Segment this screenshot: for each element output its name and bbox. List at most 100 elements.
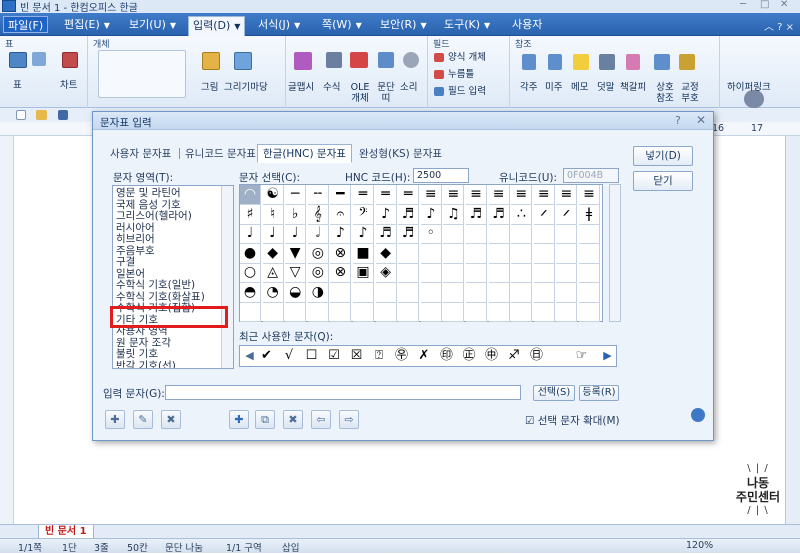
comment-button[interactable]: 덧말 (597, 82, 614, 93)
char-cell[interactable]: 𝄍 (556, 204, 578, 225)
char-cell[interactable] (488, 282, 510, 303)
char-cell[interactable]: ◔ (262, 282, 284, 303)
char-area-list[interactable]: 영문 및 라틴어 국제 음성 기호 그리스어(헬라어) 러시아어 히브리어 주음부호 구결 일… (112, 185, 234, 369)
char-cell[interactable] (443, 263, 465, 283)
char-cell[interactable] (375, 282, 397, 303)
comment-icon[interactable] (599, 54, 615, 70)
register-button[interactable]: 등록(R) (579, 385, 619, 401)
char-cell[interactable] (240, 302, 261, 322)
char-cell[interactable]: ♯ (240, 204, 261, 225)
char-cell[interactable]: ♬ (375, 224, 397, 244)
glyph-button[interactable]: 글맵시 (288, 82, 314, 93)
char-cell[interactable] (579, 282, 600, 303)
char-cell[interactable] (488, 302, 510, 322)
char-cell[interactable]: ◬ (262, 263, 284, 283)
list-item[interactable]: 국제 음성 기호 (116, 199, 181, 211)
char-cell[interactable]: ≡ (579, 185, 600, 205)
char-cell[interactable]: ▽ (285, 263, 307, 283)
para-border-icon[interactable] (378, 52, 394, 68)
char-cell[interactable]: ♩ (240, 224, 261, 244)
char-cell[interactable] (556, 263, 578, 283)
list-item[interactable]: 일본어 (116, 268, 145, 280)
char-cell[interactable] (511, 243, 533, 264)
char-grid-scrollbar[interactable] (609, 184, 621, 322)
glyph-icon[interactable] (294, 52, 312, 70)
char-cell[interactable] (579, 302, 600, 322)
char-cell[interactable] (488, 243, 510, 264)
new-document-icon[interactable] (16, 110, 26, 120)
input-chars-field[interactable] (165, 385, 521, 400)
char-cell[interactable] (443, 243, 465, 264)
hyperlink-button[interactable]: 하이퍼링크 (727, 82, 771, 93)
recent-char[interactable]: ⍰ (370, 347, 389, 365)
list-item[interactable]: 원 문자 조각 (116, 337, 171, 349)
char-cell[interactable]: ◆ (262, 243, 284, 264)
bookmark-icon[interactable] (626, 54, 640, 70)
char-grid[interactable]: ◠ ☯ ─ ╌ ━ ═ ═ ═ ≡ ≡ ≡ ≡ ≡ ≡ ≡ ≡ ♯ ♮ ♭ 𝄞 𝄐 𝄢 ♪ ♬ ♪ ♫ ♬ ♬ ∴ 𝄍 𝄍 ǂ ♩ ♩ ♩ 𝅗𝅥 ♪ ♪ ♬… (239, 184, 603, 322)
char-cell[interactable] (420, 243, 442, 264)
recent-chars-list[interactable]: ◀ ▶ ✔ √ ☐ ☑ ☒ ⍰ ㉾ ✗ ㊞㊣㊥ ♐ ㊐ ☞ (239, 345, 617, 367)
char-cell[interactable] (420, 263, 442, 283)
picture-icon[interactable] (202, 52, 220, 70)
char-cell[interactable]: 𝅗𝅥 (307, 224, 329, 244)
open-folder-icon[interactable] (36, 110, 47, 120)
list-item[interactable]: 수학식 기호(일반) (116, 280, 195, 291)
menu-user[interactable]: 사용자 (508, 16, 546, 33)
move-right-icon[interactable]: ⇨ (339, 410, 359, 429)
picture-button[interactable]: 그림 (201, 82, 218, 93)
user-table-edit-icon[interactable]: ✎ (133, 410, 153, 429)
memo-icon[interactable] (573, 54, 589, 70)
char-cell[interactable]: 𝄍 (533, 204, 555, 225)
char-cell[interactable] (330, 282, 352, 303)
char-cell[interactable]: ≡ (488, 185, 510, 205)
para-border-button[interactable]: 문단 띠 (374, 82, 398, 104)
chart-button[interactable]: 차트 (60, 80, 77, 91)
char-cell[interactable]: ○ (240, 263, 261, 283)
char-cell[interactable] (579, 224, 600, 244)
menu-edit[interactable]: 편집(E) ▼ (60, 16, 114, 33)
corr-mark-icon[interactable] (679, 54, 695, 70)
list-item[interactable]: 구결 (116, 257, 135, 268)
char-cell[interactable] (511, 302, 533, 322)
tab-ks-chars[interactable]: 완성형(KS) 문자표 (359, 145, 442, 163)
user-table-delete-icon[interactable]: ✖ (161, 410, 181, 429)
endnote-button[interactable]: 미주 (545, 82, 562, 93)
char-cell[interactable]: ≡ (443, 185, 465, 205)
char-cell[interactable] (533, 302, 555, 322)
menu-tools[interactable]: 도구(K) ▼ (440, 16, 494, 33)
char-cell[interactable]: ◠ (240, 185, 261, 205)
help-circle-icon[interactable] (691, 408, 705, 422)
recent-char[interactable] (550, 347, 569, 365)
recent-char[interactable]: ✗ (415, 347, 434, 365)
char-cell[interactable]: ─ (285, 185, 307, 205)
cross-ref-icon[interactable] (654, 54, 670, 70)
cross-ref-button[interactable]: 상호 참조 (654, 82, 676, 104)
save-icon[interactable] (58, 110, 68, 120)
footnote-button[interactable]: 각주 (520, 82, 537, 93)
char-cell[interactable] (556, 224, 578, 244)
char-cell[interactable]: 𝄐 (330, 204, 352, 225)
char-cell[interactable] (466, 224, 487, 244)
char-cell[interactable] (488, 263, 510, 283)
char-cell[interactable] (466, 302, 487, 322)
recent-char[interactable]: ☐ (302, 347, 321, 365)
draw-market-icon[interactable] (234, 52, 252, 70)
copy-char-icon[interactable]: ⧉ (255, 410, 275, 429)
table-icon[interactable] (9, 52, 27, 68)
char-cell[interactable]: ≡ (533, 185, 555, 205)
close-button[interactable]: 닫기 (633, 171, 693, 191)
recent-char[interactable]: ㊞ (437, 347, 456, 365)
list-item[interactable]: 그리스어(헬라어) (116, 211, 192, 222)
char-cell[interactable]: ♪ (420, 204, 442, 225)
user-table-add-icon[interactable]: ✚ (105, 410, 125, 429)
char-cell[interactable] (262, 302, 284, 322)
chart-icon[interactable] (62, 52, 78, 68)
form-object-button[interactable]: 양식 개체 (448, 52, 486, 63)
endnote-icon[interactable] (548, 54, 562, 70)
char-cell[interactable] (443, 282, 465, 303)
char-cell[interactable]: ■ (353, 243, 374, 264)
tab-user-chars[interactable]: 사용자 문자표 (110, 145, 171, 163)
bookmark-button[interactable]: 책갈피 (620, 82, 646, 93)
char-cell[interactable]: 𝄞 (307, 204, 329, 225)
table-button[interactable]: 표 (13, 80, 22, 91)
